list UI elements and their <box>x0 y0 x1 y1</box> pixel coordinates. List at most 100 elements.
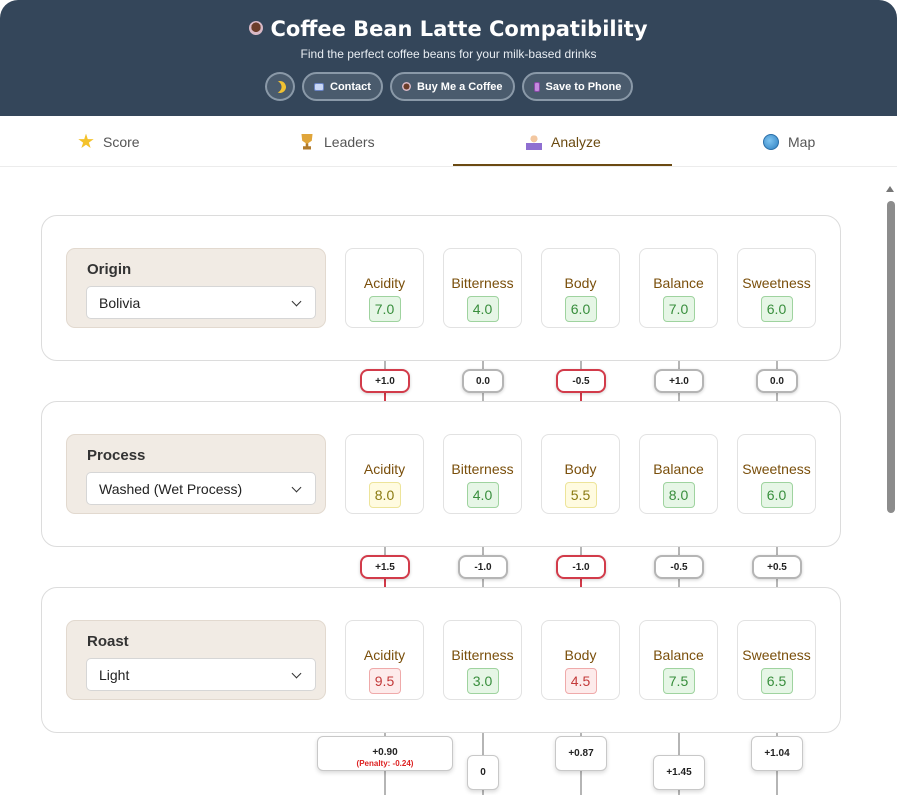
save-to-phone-label: Save to Phone <box>545 80 622 93</box>
process-selector: Process Washed (Wet Process) <box>66 434 326 514</box>
balance-card: Balance 7.0 <box>639 248 718 328</box>
delta-badge: +0.5 <box>752 555 802 579</box>
tab-bar: Score Leaders Analyze Map <box>0 116 897 167</box>
attribute-label: Bitterness <box>451 647 514 663</box>
buy-me-a-coffee-button[interactable]: Buy Me a Coffee <box>389 72 515 101</box>
process-select-value: Washed (Wet Process) <box>99 480 243 497</box>
acidity-card: Acidity 9.5 <box>345 620 424 700</box>
attribute-value: 7.5 <box>662 668 695 694</box>
trophy-icon <box>301 133 313 150</box>
balance-result: +1.45 <box>653 755 705 790</box>
acidity-result-value: +0.90 <box>372 747 398 758</box>
attribute-label: Acidity <box>363 647 406 663</box>
bitterness-card: Bitterness 4.0 <box>443 434 522 514</box>
body-card: Body 5.5 <box>541 434 620 514</box>
sweetness-card: Sweetness 6.5 <box>737 620 816 700</box>
balance-card: Balance 8.0 <box>639 434 718 514</box>
attribute-label: Balance <box>653 275 704 291</box>
tab-score[interactable]: Score <box>78 116 140 167</box>
attribute-value: 6.0 <box>760 482 793 508</box>
body-card: Body 4.5 <box>541 620 620 700</box>
attribute-value: 3.0 <box>466 668 499 694</box>
attribute-label: Sweetness <box>742 461 811 477</box>
chevron-down-icon <box>291 296 302 307</box>
app-frame: Coffee Bean Latte Compatibility Find the… <box>0 0 897 795</box>
attribute-label: Body <box>564 647 597 663</box>
attribute-label: Balance <box>653 461 704 477</box>
attribute-value: 5.5 <box>564 482 597 508</box>
origin-selector: Origin Bolivia <box>66 248 326 328</box>
acidity-result: +0.90 (Penalty: -0.24) <box>317 736 453 771</box>
phone-icon <box>533 81 540 92</box>
attribute-value: 4.0 <box>466 482 499 508</box>
app-title-text: Coffee Bean Latte Compatibility <box>270 17 648 41</box>
roast-select-value: Light <box>99 666 130 683</box>
attribute-label: Bitterness <box>451 461 514 477</box>
bitterness-result: 0 <box>467 755 499 790</box>
sweetness-result: +1.04 <box>751 736 803 771</box>
delta-badge: 0.0 <box>756 369 798 393</box>
attribute-label: Acidity <box>363 461 406 477</box>
process-label: Process <box>87 447 146 464</box>
attribute-label: Body <box>564 275 597 291</box>
coffee-cup-icon <box>249 21 264 35</box>
app-title: Coffee Bean Latte Compatibility <box>0 17 897 41</box>
tab-map[interactable]: Map <box>763 116 815 167</box>
header-actions: Contact Buy Me a Coffee Save to Phone <box>265 72 634 102</box>
attribute-value: 7.0 <box>662 296 695 322</box>
contact-button-label: Contact <box>330 80 371 93</box>
chevron-down-icon <box>291 668 302 679</box>
attribute-label: Acidity <box>363 275 406 291</box>
sweetness-card: Sweetness 6.0 <box>737 434 816 514</box>
tab-analyze-label: Analyze <box>551 133 601 150</box>
buy-me-a-coffee-label: Buy Me a Coffee <box>416 80 503 93</box>
process-section: Process Washed (Wet Process) Acidity 8.0… <box>41 401 841 547</box>
attribute-value: 4.5 <box>564 668 597 694</box>
contact-button[interactable]: Contact <box>302 72 383 101</box>
save-to-phone-button[interactable]: Save to Phone <box>521 72 634 101</box>
attribute-value: 9.5 <box>368 668 401 694</box>
acidity-penalty: (Penalty: -0.24) <box>356 759 414 768</box>
roast-label: Roast <box>87 633 129 650</box>
globe-icon <box>763 133 779 150</box>
attribute-value: 8.0 <box>662 482 695 508</box>
bitterness-card: Bitterness 4.0 <box>443 248 522 328</box>
acidity-card: Acidity 7.0 <box>345 248 424 328</box>
origin-label: Origin <box>87 261 132 278</box>
tab-leaders[interactable]: Leaders <box>299 116 375 167</box>
origin-select[interactable]: Bolivia <box>86 286 316 319</box>
attribute-label: Sweetness <box>742 275 811 291</box>
delta-badge: -1.0 <box>458 555 508 579</box>
attribute-label: Sweetness <box>742 647 811 663</box>
app-header: Coffee Bean Latte Compatibility Find the… <box>0 0 897 116</box>
app-subtitle: Find the perfect coffee beans for your m… <box>300 47 597 61</box>
id-card-icon <box>314 82 324 91</box>
tab-score-label: Score <box>103 133 140 150</box>
delta-badge: -0.5 <box>654 555 704 579</box>
delta-badge: +1.0 <box>360 369 410 393</box>
dark-mode-toggle[interactable] <box>265 72 295 101</box>
delta-badge: +1.0 <box>654 369 704 393</box>
delta-badge: -1.0 <box>556 555 606 579</box>
roast-select[interactable]: Light <box>86 658 316 691</box>
delta-badge: -0.5 <box>556 369 606 393</box>
scroll-up-arrow[interactable] <box>886 186 894 192</box>
process-select[interactable]: Washed (Wet Process) <box>86 472 316 505</box>
chevron-down-icon <box>291 482 302 493</box>
attribute-value: 7.0 <box>368 296 401 322</box>
attribute-value: 6.0 <box>564 296 597 322</box>
origin-section: Origin Bolivia Acidity 7.0 Bitterness 4.… <box>41 215 841 361</box>
body-result: +0.87 <box>555 736 607 771</box>
attribute-value: 6.5 <box>760 668 793 694</box>
scrollbar-thumb[interactable] <box>887 201 895 513</box>
moon-icon <box>272 79 288 95</box>
attribute-label: Balance <box>653 647 704 663</box>
scientist-icon <box>526 133 542 150</box>
body-card: Body 6.0 <box>541 248 620 328</box>
attribute-value: 4.0 <box>466 296 499 322</box>
attribute-value: 6.0 <box>760 296 793 322</box>
tab-leaders-label: Leaders <box>324 133 375 150</box>
attribute-value: 8.0 <box>368 482 401 508</box>
bitterness-card: Bitterness 3.0 <box>443 620 522 700</box>
tab-analyze[interactable]: Analyze <box>526 116 601 167</box>
